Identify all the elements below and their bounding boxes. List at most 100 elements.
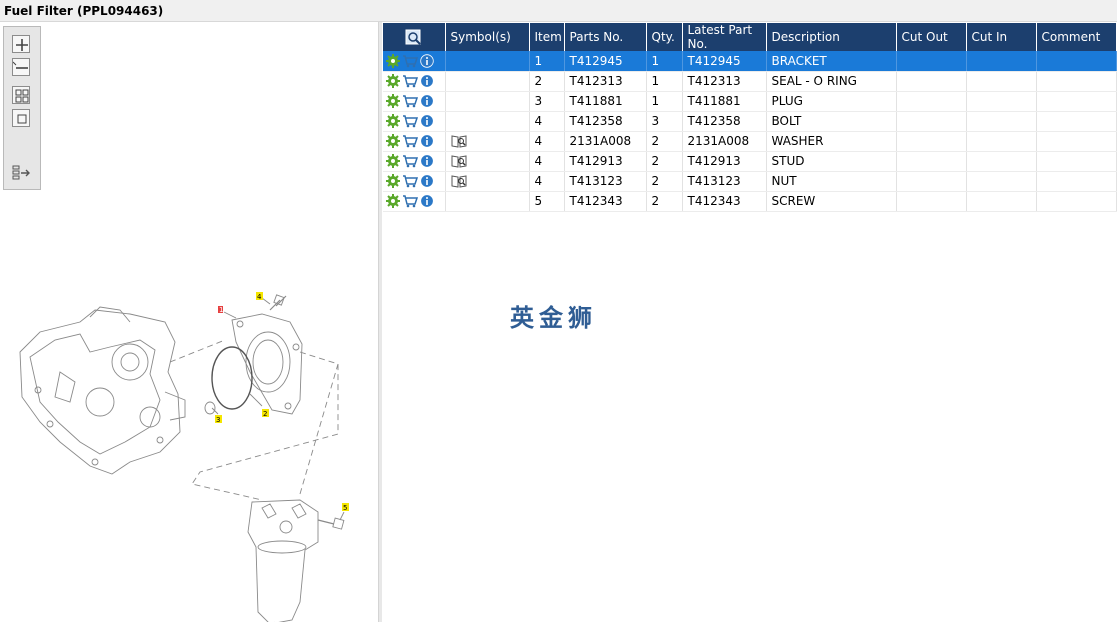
viewer-toolbar xyxy=(3,26,41,190)
row-actions xyxy=(383,131,446,152)
cell-symbols xyxy=(445,131,530,152)
column-header-latest-part-no[interactable]: Latest Part No. xyxy=(682,23,767,51)
cell-description: STUD xyxy=(766,151,897,172)
column-header-comment[interactable]: Comment xyxy=(1036,23,1117,51)
cell-symbols xyxy=(445,151,530,172)
gear-icon[interactable] xyxy=(386,174,400,189)
cart-icon[interactable] xyxy=(402,114,418,128)
info-icon[interactable] xyxy=(420,154,434,168)
info-icon[interactable] xyxy=(420,74,434,88)
info-icon[interactable] xyxy=(420,134,434,148)
cell-description: BOLT xyxy=(766,111,897,132)
cell-symbols xyxy=(445,191,530,212)
exploded-parts-diagram[interactable]: 1 2 3 4 5 xyxy=(0,242,378,622)
cart-icon[interactable] xyxy=(402,54,418,68)
book-search-icon[interactable] xyxy=(451,134,467,148)
cell-cut-out xyxy=(896,111,967,132)
column-header-actions[interactable] xyxy=(383,23,446,51)
cell-parts-no: 2131A008 xyxy=(564,131,647,152)
cell-parts-no: T412358 xyxy=(564,111,647,132)
table-row[interactable]: 4 T412913 2 T412913 STUD xyxy=(383,151,1117,172)
table-row[interactable]: 4 2131A008 2 2131A008 WASHER xyxy=(383,131,1117,152)
column-header-cut-out[interactable]: Cut Out xyxy=(896,23,967,51)
gear-icon[interactable] xyxy=(386,154,400,169)
fit-page-icon[interactable] xyxy=(12,86,30,104)
cell-cut-in xyxy=(966,131,1037,152)
cell-cut-out xyxy=(896,131,967,152)
zoom-in-icon[interactable] xyxy=(12,35,30,53)
cart-icon[interactable] xyxy=(402,154,418,168)
cell-symbols xyxy=(445,71,530,92)
zoom-out-icon[interactable] xyxy=(12,58,30,76)
info-icon[interactable] xyxy=(420,94,434,108)
column-header-cut-in[interactable]: Cut In xyxy=(966,23,1037,51)
cart-icon[interactable] xyxy=(402,134,418,148)
cell-item: 4 xyxy=(529,111,565,132)
cell-cut-out xyxy=(896,191,967,212)
cell-qty: 2 xyxy=(646,131,683,152)
cell-latest-part-no: 2131A008 xyxy=(682,131,767,152)
cell-comment xyxy=(1036,131,1117,152)
cell-comment xyxy=(1036,51,1117,72)
diagram-pane[interactable]: 1 2 3 4 5 xyxy=(0,22,378,622)
cell-qty: 2 xyxy=(646,151,683,172)
table-row[interactable]: 3 T411881 1 T411881 PLUG xyxy=(383,91,1117,112)
callout-4-label: 4 xyxy=(257,293,262,301)
info-icon[interactable] xyxy=(420,54,434,68)
cell-symbols xyxy=(445,51,530,72)
gear-icon[interactable] xyxy=(386,114,400,129)
cell-cut-in xyxy=(966,191,1037,212)
cell-cut-in xyxy=(966,91,1037,112)
callout-2-label: 2 xyxy=(263,410,267,418)
cell-qty: 2 xyxy=(646,171,683,192)
cell-description: BRACKET xyxy=(766,51,897,72)
actual-size-icon[interactable] xyxy=(12,109,30,127)
cell-symbols xyxy=(445,171,530,192)
cart-icon[interactable] xyxy=(402,94,418,108)
row-actions xyxy=(383,71,446,92)
cart-icon[interactable] xyxy=(402,74,418,88)
gear-icon[interactable] xyxy=(386,74,400,89)
cell-cut-in xyxy=(966,171,1037,192)
book-search-icon[interactable] xyxy=(451,174,467,188)
cell-cut-out xyxy=(896,91,967,112)
table-header: Symbol(s) Item Parts No. Qty. Latest Par… xyxy=(383,23,1117,51)
cell-description: WASHER xyxy=(766,131,897,152)
cell-symbols xyxy=(445,111,530,132)
cell-latest-part-no: T412945 xyxy=(682,51,767,72)
export-icon[interactable] xyxy=(12,164,30,182)
book-search-icon[interactable] xyxy=(451,154,467,168)
search-list-icon[interactable] xyxy=(405,29,423,45)
column-header-parts-no[interactable]: Parts No. xyxy=(564,23,647,51)
cell-latest-part-no: T412913 xyxy=(682,151,767,172)
gear-icon[interactable] xyxy=(386,94,400,109)
table-row[interactable]: 1 T412945 1 T412945 BRACKET xyxy=(383,51,1117,72)
table-row[interactable]: 4 T412358 3 T412358 BOLT xyxy=(383,111,1117,132)
column-header-item[interactable]: Item xyxy=(529,23,565,51)
cell-parts-no: T411881 xyxy=(564,91,647,112)
info-icon[interactable] xyxy=(420,114,434,128)
table-row[interactable]: 4 T413123 2 T413123 NUT xyxy=(383,171,1117,192)
column-header-symbols[interactable]: Symbol(s) xyxy=(445,23,530,51)
table-row[interactable]: 2 T412313 1 T412313 SEAL - O RING xyxy=(383,71,1117,92)
column-header-description[interactable]: Description xyxy=(766,23,897,51)
gear-icon[interactable] xyxy=(386,194,400,209)
cell-comment xyxy=(1036,111,1117,132)
gear-icon[interactable] xyxy=(386,134,400,149)
gear-icon[interactable] xyxy=(386,54,400,68)
table-row[interactable]: 5 T412343 2 T412343 SCREW xyxy=(383,191,1117,212)
column-header-qty[interactable]: Qty. xyxy=(646,23,683,51)
cell-parts-no: T413123 xyxy=(564,171,647,192)
cart-icon[interactable] xyxy=(402,174,418,188)
info-icon[interactable] xyxy=(420,174,434,188)
callout-1-label: 1 xyxy=(219,306,223,314)
row-actions xyxy=(383,111,446,132)
cell-comment xyxy=(1036,171,1117,192)
info-icon[interactable] xyxy=(420,194,434,208)
cell-item: 4 xyxy=(529,171,565,192)
cell-item: 3 xyxy=(529,91,565,112)
cell-cut-out xyxy=(896,171,967,192)
cell-description: SEAL - O RING xyxy=(766,71,897,92)
cell-qty: 1 xyxy=(646,91,683,112)
cart-icon[interactable] xyxy=(402,194,418,208)
